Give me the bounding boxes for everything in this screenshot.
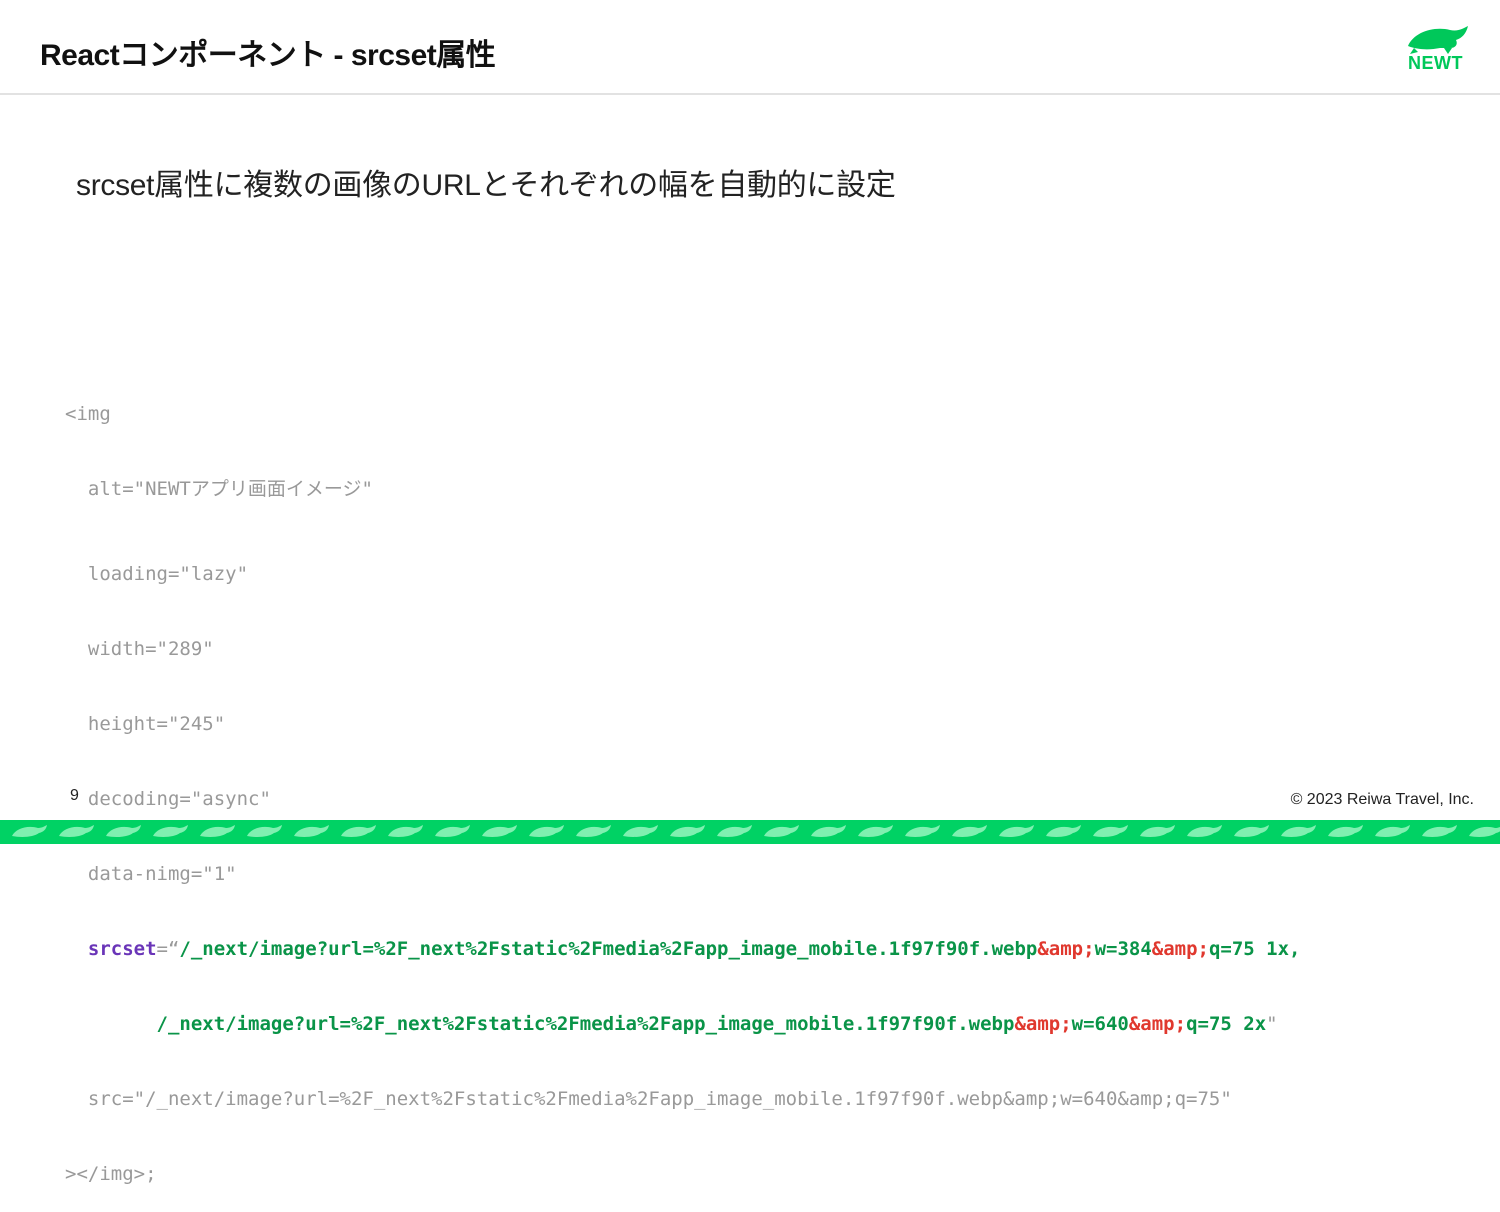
- turtle-mark: [999, 825, 1034, 837]
- code-line: loading="lazy": [65, 563, 249, 585]
- logo-wordmark: NEWT: [1408, 53, 1463, 73]
- turtle-mark: [623, 825, 658, 837]
- slide-subtitle: srcset属性に複数の画像のURLとそれぞれの幅を自動的に設定: [76, 169, 896, 202]
- turtle-mark: [952, 825, 987, 837]
- turtle-mark: [1234, 825, 1269, 837]
- quality-descriptor: q=75 1x,: [1208, 938, 1301, 960]
- code-line-srcset: srcset=“/_next/image?url=%2F_next%2Fstat…: [65, 937, 1301, 962]
- amp-entity: &amp;: [1014, 1013, 1072, 1035]
- code-line: ></img>;: [65, 1163, 157, 1185]
- turtle-mark: [529, 825, 564, 837]
- code-line: width="289": [65, 638, 214, 660]
- code-block: <img alt="NEWTアプリ画面イメージ" loading="lazy" …: [65, 352, 1300, 1212]
- turtle-mark: [858, 825, 893, 837]
- turtle-mark: [1422, 825, 1457, 837]
- slide-header: Reactコンポーネント - srcset属性 NEWT: [0, 0, 1500, 95]
- turtle-mark: [12, 825, 47, 837]
- amp-entity: &amp;: [1151, 938, 1209, 960]
- code-line-srcset-2: /_next/image?url=%2F_next%2Fstatic%2Fmed…: [65, 1012, 1300, 1037]
- turtle-mark: [1281, 825, 1316, 837]
- amp-entity: &amp;: [1128, 1013, 1187, 1035]
- turtle-mark: [576, 825, 611, 837]
- turtle-mark: [905, 825, 940, 837]
- turtle-mark: [1375, 825, 1410, 837]
- turtle-mark: [1328, 825, 1363, 837]
- turtle-mark: [670, 825, 705, 837]
- srcset-url-path: /_next/image?url=%2F_next%2Fstatic%2Fmed…: [179, 938, 1038, 960]
- turtle-mark: [200, 825, 235, 837]
- code-line: height="245": [65, 713, 226, 735]
- turtle-mark: [764, 825, 799, 837]
- turtle-mark: [811, 825, 846, 837]
- srcset-url-path: /_next/image?url=%2F_next%2Fstatic%2Fmed…: [156, 1013, 1015, 1035]
- turtle-mark: [1046, 825, 1081, 837]
- srcset-attr-name: srcset: [87, 938, 157, 960]
- turtle-mark: [341, 825, 376, 837]
- copyright-text: © 2023 Reiwa Travel, Inc.: [1290, 791, 1474, 808]
- turtle-mark: [1187, 825, 1222, 837]
- turtle-mark: [1140, 825, 1175, 837]
- code-line: src="/_next/image?url=%2F_next%2Fstatic%…: [65, 1088, 1232, 1110]
- code-line: <img: [65, 403, 111, 425]
- width-param: w=384: [1094, 938, 1152, 960]
- turtle-mark: [294, 825, 329, 837]
- turtle-pattern-icon: [12, 825, 1500, 837]
- turtle-mark: [106, 825, 141, 837]
- turtle-mark: [153, 825, 188, 837]
- turtle-mark: [59, 825, 94, 837]
- turtle-mark: [717, 825, 752, 837]
- turtle-mark: [1469, 826, 1500, 837]
- turtle-mark: [482, 825, 517, 837]
- turtle-mark: [1093, 825, 1128, 837]
- code-line: decoding="async": [65, 788, 271, 810]
- width-param: w=640: [1071, 1013, 1129, 1035]
- slide-title: Reactコンポーネント - srcset属性: [40, 39, 496, 72]
- code-quote: ": [1266, 1013, 1278, 1035]
- turtle-mark: [435, 825, 470, 837]
- quality-descriptor: q=75 2x: [1186, 1013, 1267, 1035]
- turtle-mark: [388, 825, 423, 837]
- page-number: 9: [70, 787, 79, 804]
- turtle-mark: [247, 825, 282, 837]
- code-equals: =“: [156, 938, 180, 960]
- footer-turtle-band: [0, 820, 1500, 844]
- code-line: data-nimg="1": [65, 863, 237, 885]
- amp-entity: &amp;: [1037, 938, 1095, 960]
- code-line: alt="NEWTアプリ画面イメージ": [65, 478, 373, 500]
